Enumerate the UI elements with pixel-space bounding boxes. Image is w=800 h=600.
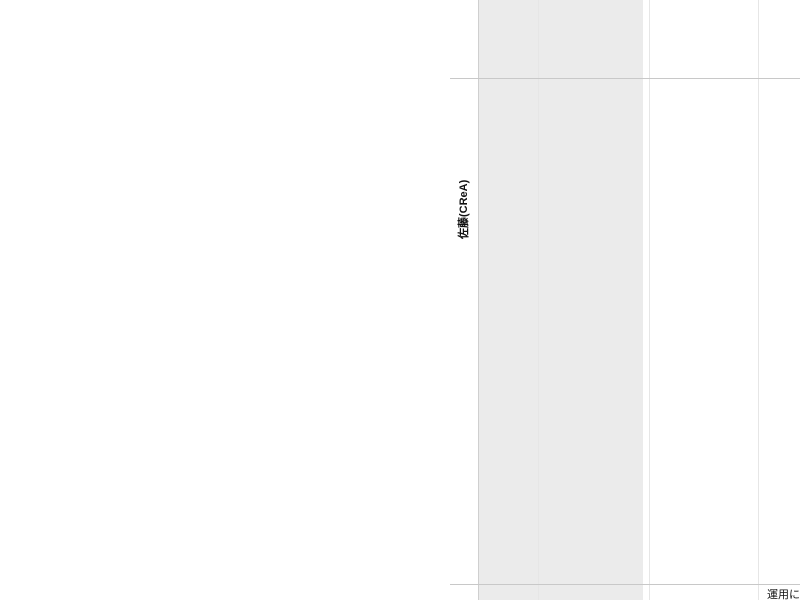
lane-header: 佐藤(CReA) [450,79,478,584]
grid-line-vertical-2 [538,0,539,600]
task-card-snippet[interactable]: 運用に [767,588,800,600]
grid-line-vertical-4 [758,0,759,600]
lane-divider-top [450,78,800,79]
schedule-board: 佐藤(CReA) [450,0,800,600]
shaded-column-1 [478,0,538,600]
page: 佐藤(CReA) 運用に [0,0,800,600]
grid-line-vertical-1 [478,0,479,600]
lane-divider-bottom [450,584,800,585]
lane-label: 佐藤(CReA) [458,179,470,239]
shaded-column-2 [538,0,643,600]
grid-line-vertical-3 [649,0,650,600]
